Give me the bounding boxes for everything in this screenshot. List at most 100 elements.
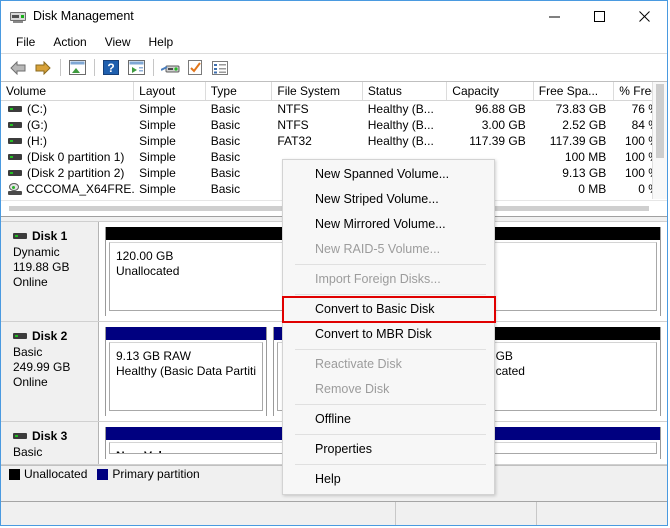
cell-layout: Simple: [134, 101, 206, 117]
scrollbar-thumb[interactable]: [656, 84, 664, 158]
partition-color-bar: [486, 327, 660, 340]
properties-list-icon[interactable]: [208, 57, 232, 79]
toolbar-separator: [94, 59, 95, 76]
legend-item: Primary partition: [97, 467, 199, 481]
volume-label: (Disk 2 partition 2): [27, 165, 124, 181]
cell-type: Basic: [206, 133, 273, 149]
table-row[interactable]: (C:)SimpleBasicNTFSHealthy (B...96.88 GB…: [1, 101, 667, 117]
disk-title: Disk 2: [13, 329, 98, 343]
partition-line: GB: [496, 349, 650, 364]
volume-label: (Disk 0 partition 1): [27, 149, 124, 165]
disk-size: 249.99 GB: [13, 360, 98, 375]
cell-free-space: 2.52 GB: [534, 117, 615, 133]
status-pane-3: [537, 502, 667, 525]
disk-info-panel[interactable]: Disk 2Basic249.99 GBOnline: [1, 322, 99, 421]
disk-icon: [13, 231, 27, 241]
column-header-status[interactable]: Status: [363, 82, 447, 100]
title-bar: Disk Management: [1, 1, 667, 31]
disk-name: Disk 3: [32, 429, 67, 443]
menu-item-new-striped-volume[interactable]: New Striped Volume...: [283, 187, 494, 212]
maximize-icon[interactable]: [577, 1, 622, 31]
status-pane-2: [396, 502, 537, 525]
toolbar: ?: [1, 54, 667, 82]
legend-label: Unallocated: [24, 467, 87, 481]
column-header-volume[interactable]: Volume: [1, 82, 134, 100]
cell-free-space: 9.13 GB: [534, 165, 615, 181]
legend-swatch-black: [9, 469, 20, 480]
partition-color-bar: [106, 327, 266, 340]
forward-icon[interactable]: [31, 57, 55, 79]
cell-capacity: 3.00 GB: [447, 117, 533, 133]
menu-item-convert-to-mbr-disk[interactable]: Convert to MBR Disk: [283, 322, 494, 347]
volume-list-vertical-scrollbar[interactable]: [652, 82, 667, 199]
cell-free-space: 0 MB: [534, 181, 615, 197]
column-header-file-system[interactable]: File System: [272, 82, 362, 100]
legend-label: Primary partition: [112, 467, 199, 481]
column-header-free-spa[interactable]: Free Spa...: [534, 82, 615, 100]
back-icon[interactable]: [6, 57, 30, 79]
show-hide-console-tree-icon[interactable]: [124, 57, 148, 79]
help-icon[interactable]: ?: [99, 57, 123, 79]
column-header-layout[interactable]: Layout: [134, 82, 206, 100]
menu-separator: [295, 434, 486, 435]
menu-help[interactable]: Help: [140, 33, 183, 51]
menu-separator: [295, 404, 486, 405]
menu-view[interactable]: View: [96, 33, 140, 51]
table-row[interactable]: (G:)SimpleBasicNTFSHealthy (B...3.00 GB2…: [1, 117, 667, 133]
disk-management-window: Disk Management File Action View Help: [0, 0, 668, 526]
partition-line: 9.13 GB RAW: [116, 349, 256, 364]
menu-action[interactable]: Action: [44, 33, 95, 51]
column-header-capacity[interactable]: Capacity: [447, 82, 533, 100]
volume-label: CCCOMA_X64FRE...: [26, 181, 134, 197]
menu-item-new-raid-5-volume: New RAID-5 Volume...: [283, 237, 494, 262]
rescan-disks-icon[interactable]: [158, 57, 182, 79]
menu-separator: [295, 264, 486, 265]
up-one-level-icon[interactable]: [65, 57, 89, 79]
drive-icon: [8, 168, 22, 178]
cell-volume: (Disk 2 partition 2): [1, 165, 134, 181]
cell-file-system: FAT32: [272, 133, 362, 149]
menu-separator: [295, 349, 486, 350]
disk-title: Disk 3: [13, 429, 98, 443]
partition-details: 9.13 GB RAWHealthy (Basic Data Partiti: [109, 342, 263, 411]
cell-layout: Simple: [134, 165, 206, 181]
cell-layout: Simple: [134, 117, 206, 133]
menu-item-help[interactable]: Help: [283, 467, 494, 492]
menu-item-offline[interactable]: Offline: [283, 407, 494, 432]
cell-volume: CCCOMA_X64FRE...: [1, 181, 134, 197]
partition-block[interactable]: 9.13 GB RAWHealthy (Basic Data Partiti: [105, 327, 267, 416]
cell-status: Healthy (B...: [363, 117, 447, 133]
cell-type: Basic: [206, 117, 273, 133]
column-header-type[interactable]: Type: [206, 82, 273, 100]
table-row[interactable]: (H:)SimpleBasicFAT32Healthy (B...117.39 …: [1, 133, 667, 149]
cell-file-system: NTFS: [272, 117, 362, 133]
drive-icon: [8, 136, 22, 146]
cell-status: Healthy (B...: [363, 101, 447, 117]
check-icon[interactable]: [183, 57, 207, 79]
menu-file[interactable]: File: [7, 33, 44, 51]
cell-type: Basic: [206, 181, 273, 197]
partition-block[interactable]: GBcated: [485, 327, 661, 416]
disk-info-panel[interactable]: Disk 1Dynamic119.88 GBOnline: [1, 222, 99, 321]
cell-free-space: 73.83 GB: [534, 101, 615, 117]
legend-swatch-blue: [97, 469, 108, 480]
cell-status: Healthy (B...: [363, 133, 447, 149]
menu-item-new-spanned-volume[interactable]: New Spanned Volume...: [283, 162, 494, 187]
cell-capacity: 96.88 GB: [447, 101, 533, 117]
toolbar-separator: [153, 59, 154, 76]
minimize-icon[interactable]: [532, 1, 577, 31]
menu-item-new-mirrored-volume[interactable]: New Mirrored Volume...: [283, 212, 494, 237]
cell-type: Basic: [206, 101, 273, 117]
menu-separator: [295, 464, 486, 465]
disk-state: Online: [13, 375, 98, 390]
cell-layout: Simple: [134, 181, 206, 197]
status-pane-1: [1, 502, 396, 525]
disk-title: Disk 1: [13, 229, 98, 243]
close-icon[interactable]: [622, 1, 667, 31]
partition-details: GBcated: [489, 342, 657, 411]
cell-free-space: 117.39 GB: [534, 133, 615, 149]
disk-info-panel[interactable]: Disk 3Basic: [1, 422, 99, 464]
menu-item-convert-to-basic-disk[interactable]: Convert to Basic Disk: [283, 297, 494, 322]
menu-item-properties[interactable]: Properties: [283, 437, 494, 462]
menu-bar: File Action View Help: [1, 31, 667, 54]
